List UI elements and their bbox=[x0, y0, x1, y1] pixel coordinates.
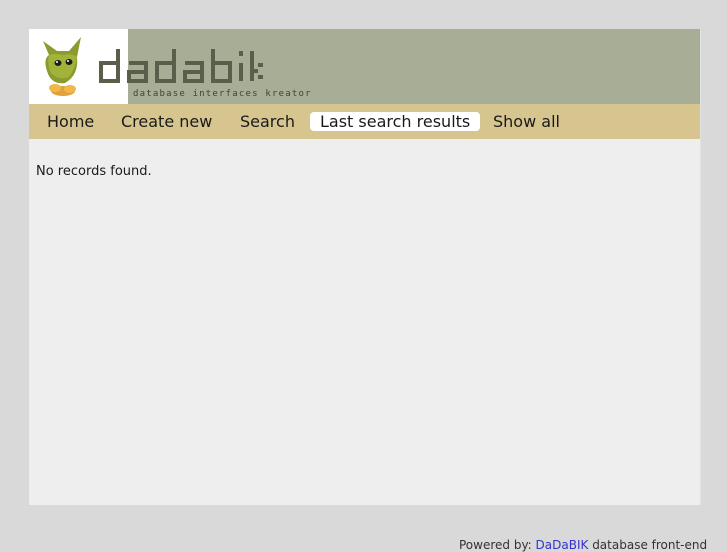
app-container: database interfaces kreator Home Create … bbox=[29, 29, 701, 505]
menu-item-create-new[interactable]: Create new bbox=[121, 112, 212, 131]
footer: Powered by: DaDaBIK database front-end bbox=[459, 538, 707, 552]
menu-item-home[interactable]: Home bbox=[47, 112, 94, 131]
footer-prefix: Powered by: bbox=[459, 538, 536, 552]
brand-tagline: database interfaces kreator bbox=[133, 89, 312, 99]
dadabik-link[interactable]: DaDaBIK bbox=[536, 538, 589, 552]
main-menu: Home Create new Search Last search resul… bbox=[29, 104, 700, 139]
footer-suffix: database front-end bbox=[588, 538, 708, 552]
menu-item-show-all[interactable]: Show all bbox=[493, 112, 560, 131]
header-banner: database interfaces kreator bbox=[29, 29, 700, 104]
menu-item-last-search-results[interactable]: Last search results bbox=[310, 112, 481, 131]
dadabik-wordmark: database interfaces kreator bbox=[99, 49, 312, 99]
menu-item-search[interactable]: Search bbox=[240, 112, 295, 131]
no-records-message: No records found. bbox=[36, 164, 152, 179]
